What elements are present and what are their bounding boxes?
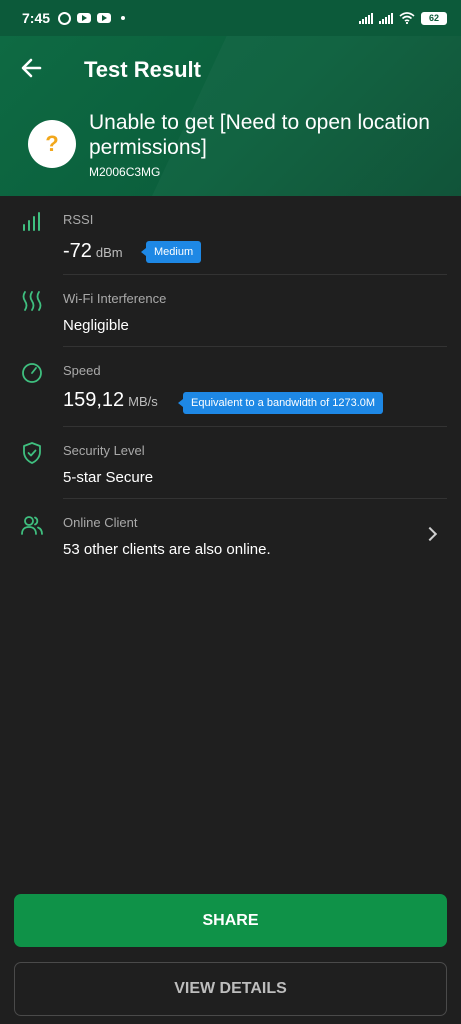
speed-row: Speed 159,12 MB/s Equivalent to a bandwid… — [0, 347, 461, 427]
speed-label: Speed — [63, 363, 101, 378]
speed-value-wrap: 159,12 MB/s — [63, 389, 158, 412]
share-button[interactable]: SHARE — [14, 894, 447, 947]
result-text: Unable to get [Need to open location per… — [89, 111, 430, 159]
online-client-value: 53 other clients are also online. — [63, 541, 271, 558]
battery-icon: 62 — [421, 11, 447, 25]
rssi-row: RSSI -72 dBm Medium — [0, 196, 461, 275]
view-details-button[interactable]: VIEW DETAILS — [14, 962, 447, 1016]
whatsapp-icon — [58, 11, 72, 25]
rssi-label: RSSI — [63, 212, 94, 227]
speed-unit: MB/s — [128, 394, 158, 409]
online-client-label: Online Client — [63, 515, 138, 530]
security-label: Security Level — [63, 443, 145, 458]
interference-value: Negligible — [63, 317, 129, 334]
page-title: Test Result — [84, 57, 201, 82]
signal-icon — [379, 12, 393, 24]
status-time: 7:45 — [22, 10, 51, 26]
youtube-icon — [97, 13, 112, 23]
device-name: M2006C3MG — [89, 165, 161, 179]
rssi-unit: dBm — [95, 245, 123, 260]
bandwidth-badge: Equivalent to a bandwidth of 1273.0M — [177, 392, 384, 414]
rssi-value: -72 — [63, 240, 92, 262]
security-row: Security Level 5-star Secure — [0, 427, 461, 499]
signal-icon — [359, 12, 373, 24]
shield-check-icon — [23, 442, 41, 464]
rssi-value-wrap: -72 dBm — [63, 240, 123, 263]
speed-value: 159,12 — [63, 389, 125, 411]
wifi-icon — [399, 12, 415, 24]
youtube-icon — [77, 13, 92, 23]
question-icon: ? — [28, 120, 76, 168]
signal-strength-icon — [23, 212, 40, 231]
speedometer-icon — [22, 363, 42, 383]
rssi-badge: Medium — [140, 241, 202, 263]
chevron-right-icon[interactable] — [422, 526, 438, 542]
users-icon — [21, 516, 43, 535]
dot-icon — [121, 16, 126, 20]
result-header: Test Result ? Unable to get [Need to ope… — [0, 36, 461, 196]
back-arrow-icon[interactable] — [18, 54, 46, 82]
online-client-row[interactable]: Online Client 53 other clients are also … — [0, 499, 461, 571]
interference-label: Wi-Fi Interference — [63, 291, 167, 306]
interference-waves-icon — [22, 291, 42, 311]
security-value: 5-star Secure — [63, 469, 154, 486]
status-bar: 7:45 62 — [0, 0, 461, 36]
interference-row: Wi-Fi Interference Negligible — [0, 275, 461, 347]
result-list: RSSI -72 dBm Medium Wi-Fi Interference Ne… — [0, 196, 461, 571]
